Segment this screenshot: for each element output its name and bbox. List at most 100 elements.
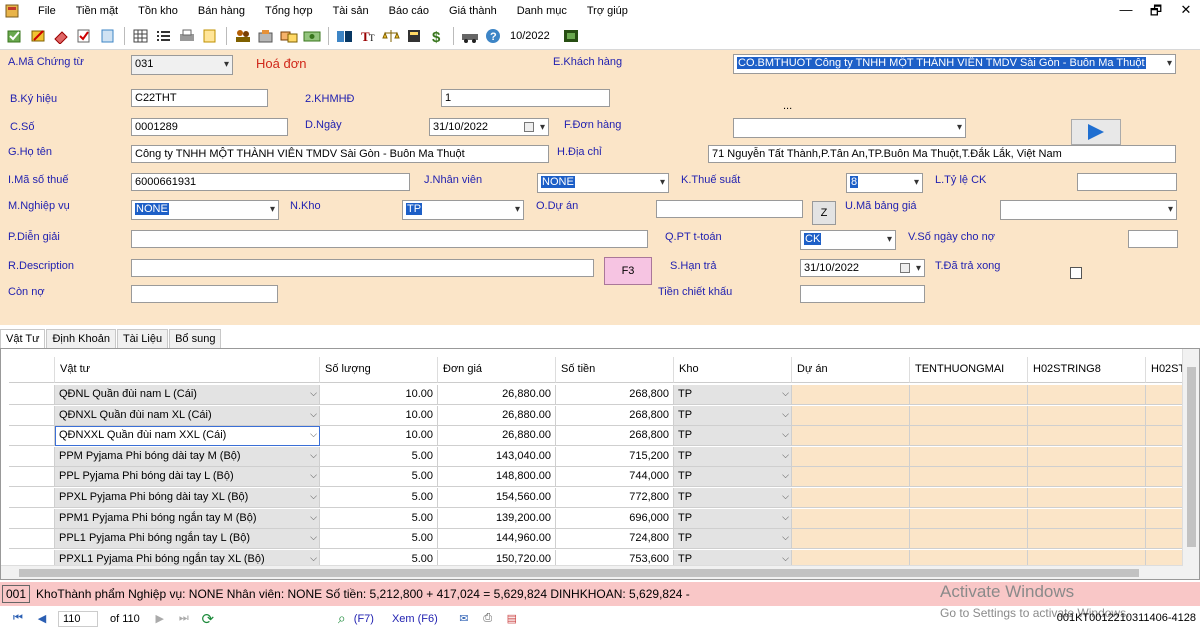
horizontal-scrollbar[interactable] (1, 565, 1183, 579)
chevron-down-icon[interactable]: ⌵ (782, 553, 789, 564)
row-header[interactable] (9, 529, 55, 550)
cell-so-luong[interactable]: 5.00 (320, 508, 438, 529)
khmhd-field[interactable]: 1 (441, 89, 610, 107)
refresh-icon[interactable]: ⟳ (200, 611, 216, 628)
chevron-down-icon[interactable]: ⌵ (310, 532, 317, 543)
cell-don-gia[interactable]: 148,800.00 (438, 467, 556, 488)
chevron-down-icon[interactable]: ⌵ (782, 429, 789, 440)
kho-select[interactable]: TP ▾ (402, 200, 524, 220)
cell-vat-tu[interactable]: QĐNXXL Quần đùi nam XXL (Cái) ⌵ (55, 426, 320, 447)
document-icon[interactable] (98, 26, 118, 46)
cell-du-an[interactable] (792, 426, 910, 447)
menu-tai-san[interactable]: Tài sản (323, 5, 379, 17)
cell-tenthuongmai[interactable] (910, 426, 1028, 447)
search-icon[interactable]: ⌕ (334, 610, 350, 627)
export-icon[interactable]: ▤ (504, 611, 520, 627)
cell-h02string8[interactable] (1028, 529, 1146, 550)
notes-icon[interactable] (200, 26, 220, 46)
cell-vat-tu[interactable]: PPL Pyjama Phi bóng dài tay L (Bộ) ⌵ (55, 467, 320, 488)
cell-so-luong[interactable]: 10.00 (320, 426, 438, 447)
ky-hieu-field[interactable]: C22THT (131, 89, 268, 107)
du-an-field[interactable] (656, 200, 803, 218)
chevron-down-icon[interactable]: ⌵ (782, 450, 789, 461)
col-header-don-gia[interactable]: Đơn giá (438, 357, 556, 383)
first-record-icon[interactable]: ⏮ (10, 611, 26, 627)
menu-ban-hang[interactable]: Bán hàng (188, 5, 255, 17)
cell-tenthuongmai[interactable] (910, 488, 1028, 508)
book-icon[interactable] (335, 26, 355, 46)
menu-tien-mat[interactable]: Tiền mặt (66, 5, 128, 17)
row-header[interactable] (9, 467, 55, 488)
cell-du-an[interactable] (792, 488, 910, 508)
transfer-icon[interactable] (279, 26, 299, 46)
cell-vat-tu[interactable]: PPM Pyjama Phi bóng dài tay M (Bộ) ⌵ (55, 446, 320, 467)
cell-kho[interactable]: TP ⌵ (674, 446, 792, 467)
edit-pencil-icon[interactable] (29, 26, 49, 46)
row-header[interactable] (9, 405, 55, 426)
menu-tong-hop[interactable]: Tổng hợp (255, 5, 323, 17)
tien-chiet-khau-field[interactable] (800, 285, 925, 303)
menu-ton-kho[interactable]: Tồn kho (128, 5, 188, 17)
menu-tro-giup[interactable]: Trợ giúp (577, 5, 638, 17)
cell-so-luong[interactable]: 5.00 (320, 446, 438, 467)
han-tra-date-picker[interactable]: 31/10/2022 ▾ (800, 259, 925, 277)
cell-don-gia[interactable]: 154,560.00 (438, 488, 556, 508)
cell-kho[interactable]: TP ⌵ (674, 426, 792, 447)
z-button[interactable]: Z (812, 201, 836, 225)
pt-ttoan-select[interactable]: CK ▾ (800, 230, 896, 250)
chevron-down-icon[interactable]: ⌵ (310, 512, 317, 523)
cell-h02st[interactable] (1146, 385, 1186, 405)
menu-gia-thanh[interactable]: Giá thành (439, 5, 507, 17)
cell-kho[interactable]: TP ⌵ (674, 488, 792, 508)
scroll-thumb[interactable] (19, 569, 1139, 577)
don-hang-select[interactable]: ▾ (733, 118, 966, 138)
cell-h02string8[interactable] (1028, 426, 1146, 447)
khach-hang-select[interactable]: CO.BMTHUOT Công ty TNHH MỘT THÀNH VIÊN T… (733, 54, 1176, 74)
cell-h02string8[interactable] (1028, 488, 1146, 508)
chevron-down-icon[interactable]: ⌵ (310, 470, 317, 481)
cell-so-tien[interactable]: 724,800 (556, 529, 674, 550)
tab-bo-sung[interactable]: Bổ sung (169, 329, 222, 349)
nhan-vien-select[interactable]: NONE ▾ (537, 173, 669, 193)
cell-h02st[interactable] (1146, 488, 1186, 508)
car-icon[interactable] (460, 26, 480, 46)
col-header-du-an[interactable]: Dự án (792, 357, 910, 383)
cell-vat-tu[interactable]: QĐNXL Quần đùi nam XL (Cái) ⌵ (55, 405, 320, 426)
col-header-tenthuongmai[interactable]: TENTHUONGMAI (910, 357, 1028, 383)
col-header-vat-tu[interactable]: Vật tư (55, 357, 320, 383)
chevron-down-icon[interactable]: ⌵ (310, 553, 317, 564)
ma-so-thue-field[interactable]: 6000661931 (131, 173, 410, 191)
font-icon[interactable]: TT (358, 26, 378, 46)
row-header[interactable] (9, 446, 55, 467)
cell-h02st[interactable] (1146, 467, 1186, 488)
cell-vat-tu[interactable]: PPXL Pyjama Phi bóng dài tay XL (Bộ) ⌵ (55, 488, 320, 508)
cell-so-luong[interactable]: 5.00 (320, 529, 438, 550)
menu-bao-cao[interactable]: Báo cáo (379, 5, 439, 17)
checklist-icon[interactable] (6, 26, 26, 46)
cell-tenthuongmai[interactable] (910, 446, 1028, 467)
cell-so-tien[interactable]: 744,000 (556, 467, 674, 488)
chevron-down-icon[interactable]: ⌵ (310, 388, 317, 399)
ty-le-ck-field[interactable] (1077, 173, 1177, 191)
cell-don-gia[interactable]: 144,960.00 (438, 529, 556, 550)
restore-icon[interactable]: 🗗 (1148, 2, 1164, 24)
users-icon[interactable] (233, 26, 253, 46)
cell-so-tien[interactable]: 696,000 (556, 508, 674, 529)
scroll-thumb[interactable] (1187, 367, 1196, 547)
approve-icon[interactable] (75, 26, 95, 46)
cell-du-an[interactable] (792, 446, 910, 467)
cell-h02st[interactable] (1146, 529, 1186, 550)
exit-icon[interactable] (561, 26, 581, 46)
cell-tenthuongmai[interactable] (910, 467, 1028, 488)
cell-du-an[interactable] (792, 467, 910, 488)
cell-h02st[interactable] (1146, 508, 1186, 529)
chevron-down-icon[interactable]: ⌵ (782, 388, 789, 399)
con-no-field[interactable] (131, 285, 278, 303)
cell-du-an[interactable] (792, 385, 910, 405)
menu-file[interactable]: File (28, 5, 66, 17)
col-header-so-tien[interactable]: Số tiền (556, 357, 674, 383)
row-header[interactable] (9, 508, 55, 529)
cell-so-luong[interactable]: 10.00 (320, 385, 438, 405)
chevron-down-icon[interactable]: ⌵ (782, 409, 789, 420)
cell-so-tien[interactable]: 268,800 (556, 426, 674, 447)
